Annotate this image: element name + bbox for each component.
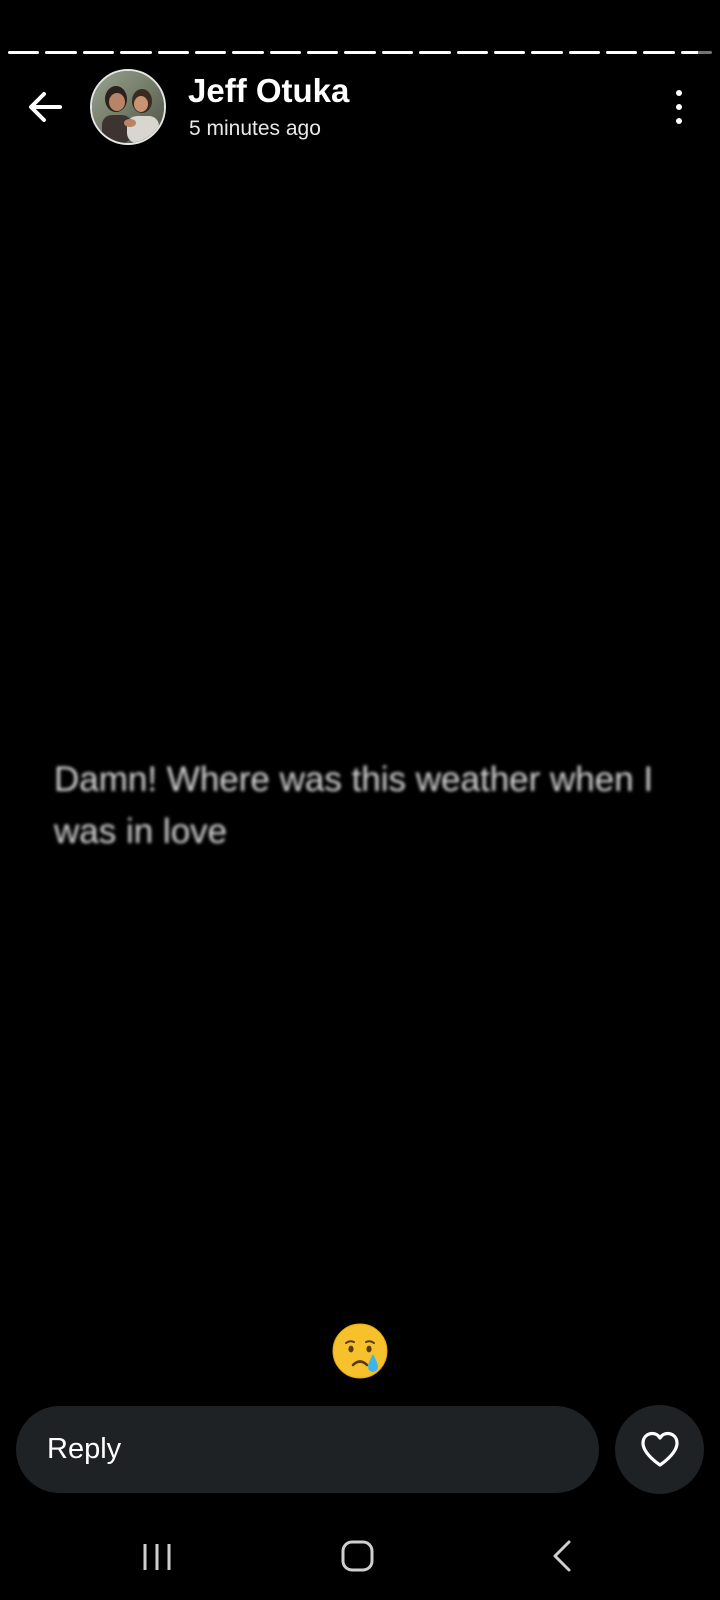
reply-field[interactable] (16, 1406, 599, 1493)
story-progress-segment (344, 51, 376, 54)
story-progress-segment (82, 51, 115, 54)
profile-photo (92, 71, 164, 143)
system-navigation-bar (0, 1520, 720, 1590)
story-progress-segment (419, 51, 451, 54)
more-dot (676, 118, 682, 124)
arrow-left-icon (29, 92, 62, 122)
more-dot (676, 104, 682, 110)
story-progress-segment (232, 51, 264, 54)
story-header: Jeff Otuka 5 minutes ago (0, 66, 720, 146)
story-progress-segment (531, 51, 563, 54)
story-progress (8, 51, 713, 54)
story-progress-segment (680, 51, 713, 54)
story-progress-segment (269, 51, 301, 54)
story-progress-segment (381, 51, 414, 54)
status-time: 5 minutes ago (189, 117, 321, 140)
status-text: Damn! Where was this weather when I was … (54, 760, 654, 851)
contact-name: Jeff Otuka (188, 72, 350, 109)
story-progress-segment (194, 51, 227, 54)
story-progress-segment (45, 51, 77, 54)
home-icon[interactable] (340, 1538, 376, 1574)
avatar[interactable] (90, 69, 166, 145)
reply-input[interactable] (45, 1432, 569, 1467)
story-progress-segment (120, 51, 152, 54)
story-progress-segment (606, 51, 638, 54)
story-progress-segment (456, 51, 488, 54)
like-button[interactable] (615, 1405, 704, 1494)
back-button[interactable] (22, 84, 68, 130)
heart-outline-icon (640, 1431, 679, 1467)
story-progress-segment (643, 51, 675, 54)
story-progress-segment (307, 51, 339, 54)
story-progress-segment (568, 51, 600, 54)
more-vertical-icon (676, 90, 682, 96)
story-progress-segment (157, 51, 189, 54)
story-progress-segment (8, 51, 40, 54)
back-chevron-icon[interactable] (550, 1538, 574, 1574)
story-progress-segment (493, 51, 526, 54)
recents-icon[interactable] (140, 1540, 176, 1574)
crying-face-icon (332, 1323, 388, 1379)
more-options-button[interactable] (666, 88, 692, 126)
